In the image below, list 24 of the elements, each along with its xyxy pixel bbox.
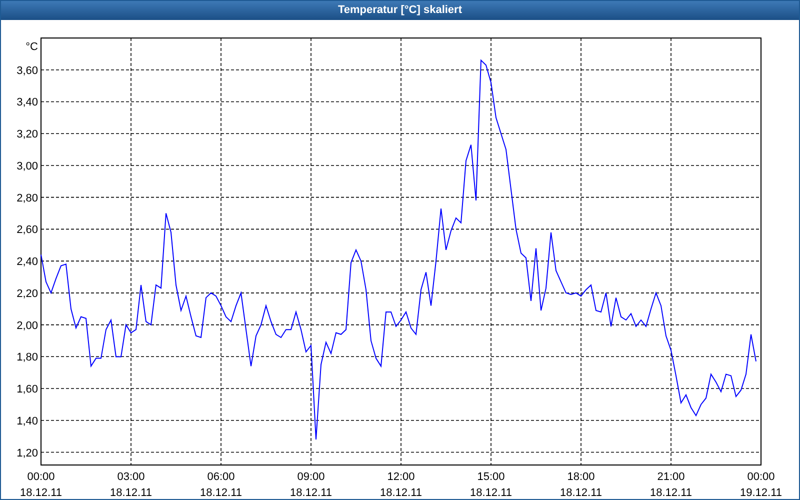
x-tick-label: 12:00 18.12.11 — [380, 471, 422, 499]
y-tick-label: 3,00 — [16, 160, 38, 172]
x-tick-label: 06:00 18.12.11 — [200, 471, 242, 499]
y-tick-label: 1,40 — [16, 415, 38, 428]
x-tick-label: 15:00 18.12.11 — [470, 471, 512, 499]
y-tick-label: 1,80 — [16, 352, 38, 364]
y-axis-unit: °C — [26, 41, 38, 53]
window-title: Temperatur [°C] skaliert — [1, 1, 799, 20]
x-tick-label: 03:00 18.12.11 — [110, 471, 152, 499]
y-tick-label: 2,60 — [16, 224, 38, 236]
x-tick-label: 09:00 18.12.11 — [290, 471, 332, 499]
y-tick-label: 2,40 — [16, 256, 38, 268]
x-tick-label: 21:00 18.12.11 — [650, 471, 692, 499]
y-tick-label: 2,20 — [16, 288, 38, 300]
y-tick-label: 3,40 — [16, 96, 38, 109]
y-tick-label: 3,20 — [16, 128, 38, 141]
x-tick-label: 00:00 18.12.11 — [20, 471, 62, 499]
y-tick-label: 2,80 — [16, 192, 38, 204]
x-tick-label: 00:00 19.12.11 — [740, 471, 782, 499]
x-tick-label: 18:00 18.12.11 — [560, 471, 602, 499]
y-tick-label: 2,00 — [16, 320, 38, 332]
y-tick-label: 1,60 — [16, 384, 38, 396]
y-tick-label: 1,20 — [16, 447, 38, 460]
y-tick-label: 3,60 — [16, 64, 38, 77]
